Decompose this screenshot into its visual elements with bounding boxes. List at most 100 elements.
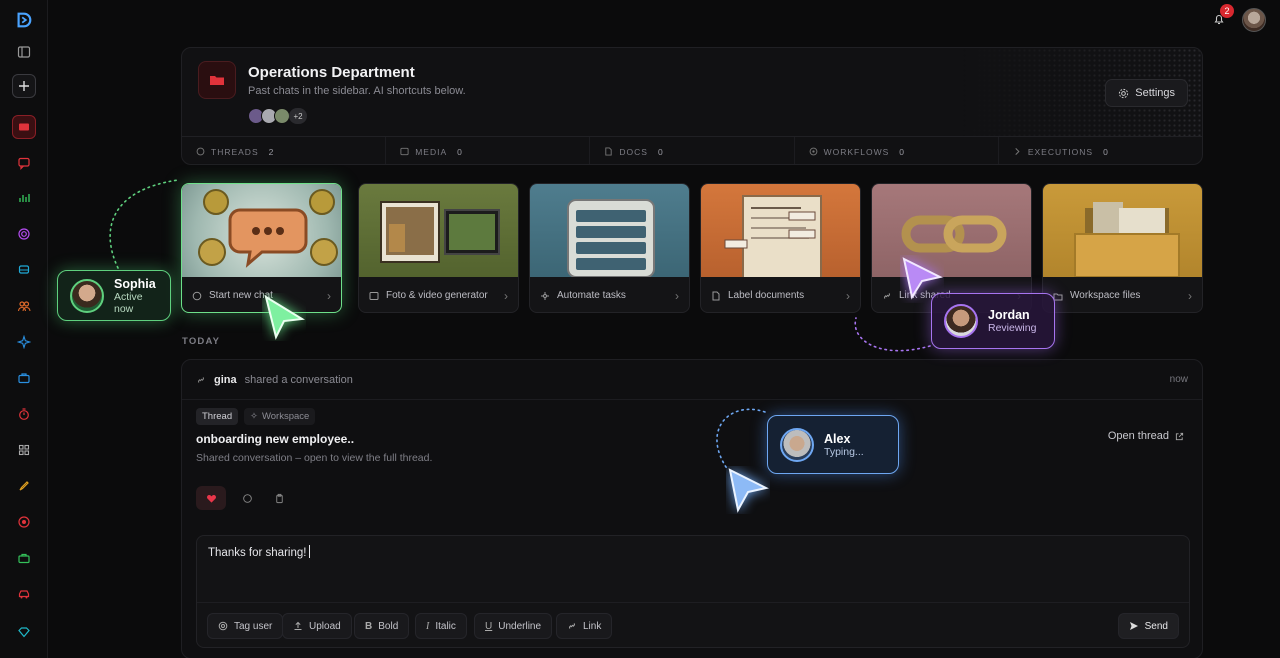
chevron-right-icon: › [327,288,331,303]
comment-icon [242,493,252,503]
open-thread-link[interactable]: Open thread [1108,430,1184,442]
sidebar-item-diamond[interactable] [12,620,36,644]
link-icon [569,623,575,629]
feed-user-name[interactable]: gina [214,374,237,386]
send-icon [1129,622,1138,630]
notification-badge: 2 [1220,4,1234,18]
italic-icon: I [426,620,430,632]
shortcut-label: Automate tasks [557,290,626,301]
link-button[interactable]: Link [556,613,613,639]
text-caret [309,545,311,558]
sidebar-item-target[interactable] [12,222,36,246]
sidebar-item-analytics[interactable] [12,186,36,210]
sidebar-item-rocket[interactable] [12,474,36,498]
gear-icon [1119,88,1129,98]
user-avatar[interactable] [1242,8,1266,32]
comment-button[interactable] [232,486,262,510]
shortcut-label: Workspace files [1070,290,1141,301]
post-title[interactable]: onboarding new employee.. [196,432,354,446]
upload-button[interactable]: Upload [282,613,352,639]
sidebar-item-timer[interactable] [12,402,36,426]
new-chat-button[interactable] [12,74,36,98]
page-title: Operations Department [248,64,415,81]
sidebar-item-toolbox[interactable] [12,546,36,570]
chevron-right-icon: › [846,288,850,303]
section-label-today: TODAY [182,336,221,347]
image-icon [400,147,409,156]
avatar [944,304,978,338]
app-logo-icon[interactable] [12,8,36,32]
presence-jordan[interactable]: Jordan Reviewing [931,293,1055,349]
underline-button[interactable]: U Underline [474,613,553,639]
stat-executions[interactable]: EXECUTIONS 0 [999,137,1202,164]
presence-name: Alex [824,431,851,446]
sidebar-item-sparkle[interactable] [12,330,36,354]
tag-thread: Thread [196,408,239,425]
sidebar-item-goals[interactable] [12,510,36,534]
more-members-badge: +2 [289,108,307,124]
send-button[interactable]: Send [1117,613,1179,639]
sidebar-item-transport[interactable] [12,258,36,282]
bold-button[interactable]: B Bold [354,613,410,639]
shortcut-workspace-files[interactable]: Workspace files › [1042,183,1203,313]
stat-docs[interactable]: DOCS 0 [590,137,795,164]
settings-button[interactable]: Settings [1105,79,1188,107]
sidebar [0,0,48,658]
folder-icon [198,61,236,99]
presence-sophia[interactable]: Sophia Active now [57,270,171,321]
member-avatars[interactable]: +2 [248,108,307,124]
cursor-green-icon [264,294,306,340]
underline-icon: U [485,620,493,632]
page-subtitle: Past chats in the sidebar. AI shortcuts … [248,85,466,97]
bold-icon: B [365,620,373,632]
reply-input[interactable]: Thanks for sharing! [208,545,311,559]
stat-media[interactable]: MEDIA 0 [386,137,591,164]
shortcut-label: Label documents [728,290,805,301]
sidebar-item-chats[interactable] [12,151,36,175]
chevron-right-icon: › [504,288,508,303]
avatar [70,278,104,313]
italic-button[interactable]: I Italic [415,613,467,639]
clipboard-icon [275,493,283,503]
at-icon [218,621,228,631]
tag-user-button[interactable]: Tag user [207,613,284,639]
post-subtitle: Shared conversation – open to view the f… [196,452,433,464]
document-icon [605,147,613,156]
save-button[interactable] [264,486,294,510]
external-link-icon [1175,432,1184,440]
stat-workflows[interactable]: WORKFLOWS 0 [795,137,999,164]
avatar [274,108,290,124]
department-header: Operations Department Past chats in the … [181,47,1203,165]
presence-alex[interactable]: Alex Typing... [767,415,899,474]
shortcut-label-documents[interactable]: Label documents › [700,183,861,313]
document-illustration [701,184,860,279]
workflow-icon [809,147,817,156]
sidebar-item-briefcase[interactable] [12,366,36,390]
sidebar-item-car[interactable] [12,582,36,606]
presence-status: Reviewing [988,322,1037,334]
stat-threads[interactable]: THREADS 2 [182,137,387,164]
tag-workspace: ✧ Workspace [244,408,316,425]
feed-timestamp: now [1169,374,1188,385]
shortcut-foto-video-generator[interactable]: Foto & video generator › [358,183,519,313]
chat-icon [192,291,202,300]
automation-illustration [530,184,689,278]
shortcut-automate-tasks[interactable]: Automate tasks › [529,183,690,313]
settings-label: Settings [1135,87,1175,99]
sidebar-item-team[interactable] [12,294,36,318]
sidebar-item-operations[interactable] [12,115,36,139]
sidebar-item-apps[interactable] [12,438,36,462]
like-button[interactable] [196,486,226,510]
chevron-right-icon: › [1188,288,1192,303]
composer-toolbar: Tag user Upload B Bold I Italic U Underl… [197,602,1189,649]
reply-composer[interactable]: Thanks for sharing! Tag user Upload B Bo… [196,535,1190,648]
presence-name: Sophia [114,276,156,291]
thread-icon [196,147,205,156]
chevron-right-icon: › [675,288,679,303]
chat-illustration [182,184,341,277]
presence-name: Jordan [988,308,1030,322]
sparkle-icon: ✧ [250,411,258,422]
toggle-sidebar-icon[interactable] [12,40,36,64]
heart-icon [206,494,216,503]
chevron-right-icon [1015,147,1020,156]
